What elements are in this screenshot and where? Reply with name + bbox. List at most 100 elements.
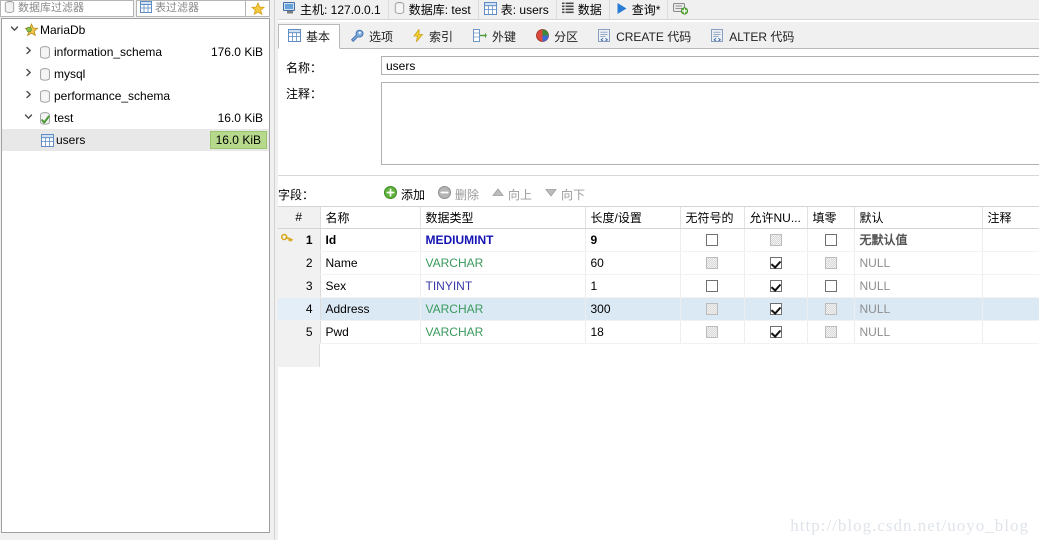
cell-datatype[interactable]: VARCHAR [420, 297, 586, 321]
cell-name[interactable]: Sex [320, 274, 421, 298]
row-gutter[interactable]: 2 [278, 251, 321, 275]
tree-item-performance-schema[interactable]: performance_schema [2, 85, 269, 107]
tab-foreign-keys[interactable]: 外键 [463, 24, 526, 48]
allow-null-checkbox[interactable] [769, 257, 782, 270]
add-field-button[interactable]: 添加 [384, 186, 425, 203]
cell-comment[interactable] [982, 320, 1039, 344]
cell-default[interactable]: 无默认值 [854, 228, 983, 252]
fields-grid[interactable]: # 名称 数据类型 长度/设置 无符号的 允许NU... 填零 默认 注释 1 … [278, 206, 1039, 367]
grid-header-datatype[interactable]: 数据类型 [420, 207, 586, 229]
cell-default[interactable]: NULL [854, 251, 983, 275]
grid-header-unsigned[interactable]: 无符号的 [680, 207, 745, 229]
cell-length[interactable]: 300 [585, 297, 681, 321]
toolbar-item-new-query[interactable] [668, 0, 700, 19]
cell-allow-null[interactable] [744, 274, 808, 298]
row-gutter[interactable]: 3 [278, 274, 321, 298]
grid-header-allow-null[interactable]: 允许NU... [744, 207, 808, 229]
allow-null-checkbox[interactable] [769, 280, 782, 293]
cell-length[interactable]: 18 [585, 320, 681, 344]
cell-name[interactable]: Id [320, 228, 421, 252]
database-filter-input[interactable]: 数据库过滤器 [0, 0, 134, 17]
database-tree[interactable]: MariaDb information_schema 176.0 KiB mys… [1, 18, 270, 533]
row-gutter[interactable]: 5 [278, 320, 321, 344]
cell-comment[interactable] [982, 297, 1039, 321]
cell-zerofill[interactable] [807, 251, 855, 275]
table-row[interactable]: 2 Name VARCHAR 60 NULL [278, 251, 1039, 275]
chevron-right-icon[interactable] [20, 85, 36, 107]
chevron-right-icon[interactable] [20, 41, 36, 63]
toolbar-item-data[interactable]: 数据 [557, 0, 610, 19]
toolbar-item-database[interactable]: 数据库: test [389, 0, 479, 19]
cell-comment[interactable] [982, 228, 1039, 252]
cell-name[interactable]: Address [320, 297, 421, 321]
unsigned-checkbox[interactable] [706, 280, 718, 293]
cell-default[interactable]: NULL [854, 320, 983, 344]
tab-indexes[interactable]: 索引 [403, 24, 463, 48]
cell-datatype[interactable]: MEDIUMINT [420, 228, 586, 252]
table-row[interactable]: 4 Address VARCHAR 300 NULL [278, 297, 1039, 321]
table-name-input[interactable] [381, 56, 1039, 75]
allow-null-checkbox[interactable] [769, 326, 782, 339]
row-gutter[interactable]: 1 [278, 228, 321, 252]
zerofill-checkbox[interactable] [824, 234, 837, 247]
tab-basic[interactable]: 基本 [278, 24, 341, 49]
cell-unsigned[interactable] [680, 228, 745, 252]
toolbar-item-table[interactable]: 表: users [479, 0, 557, 19]
cell-unsigned[interactable] [680, 274, 745, 298]
allow-null-checkbox[interactable] [769, 303, 782, 316]
table-comment-input[interactable] [381, 82, 1039, 165]
star-icon[interactable] [246, 0, 270, 17]
table-row[interactable]: 3 Sex TINYINT 1 NULL [278, 274, 1039, 298]
cell-default[interactable]: NULL [854, 297, 983, 321]
tab-partitions[interactable]: 分区 [526, 24, 588, 48]
cell-unsigned[interactable] [680, 251, 745, 275]
row-gutter[interactable]: 4 [278, 297, 321, 321]
cell-zerofill[interactable] [807, 297, 855, 321]
remove-field-button[interactable]: 删除 [438, 186, 479, 203]
cell-length[interactable]: 60 [585, 251, 681, 275]
cell-unsigned[interactable] [680, 320, 745, 344]
cell-zerofill[interactable] [807, 228, 855, 252]
cell-name[interactable]: Name [320, 251, 421, 275]
table-row[interactable]: 1 Id MEDIUMINT 9 无默认值 [278, 228, 1039, 252]
grid-header-num[interactable]: # [278, 207, 321, 229]
cell-zerofill[interactable] [807, 274, 855, 298]
tab-options[interactable]: 选项 [340, 24, 403, 48]
cell-default[interactable]: NULL [854, 274, 983, 298]
cell-allow-null[interactable] [744, 228, 808, 252]
grid-header-zerofill[interactable]: 填零 [807, 207, 855, 229]
move-up-button[interactable]: 向上 [492, 186, 532, 203]
cell-zerofill[interactable] [807, 320, 855, 344]
cell-length[interactable]: 9 [585, 228, 681, 252]
zerofill-checkbox[interactable] [824, 280, 837, 293]
unsigned-checkbox[interactable] [706, 234, 718, 247]
toolbar-item-query[interactable]: 查询* [610, 0, 669, 19]
tab-alter-code[interactable]: ALTER 代码 [701, 24, 804, 48]
toolbar-item-host[interactable]: 主机: 127.0.0.1 [278, 0, 389, 19]
cell-unsigned[interactable] [680, 297, 745, 321]
chevron-down-icon[interactable] [20, 107, 36, 129]
tree-item-test[interactable]: test 16.0 KiB [2, 107, 269, 129]
chevron-right-icon[interactable] [20, 63, 36, 85]
cell-comment[interactable] [982, 274, 1039, 298]
tree-item-information-schema[interactable]: information_schema 176.0 KiB [2, 41, 269, 63]
tab-create-code[interactable]: CREATE 代码 [588, 24, 701, 48]
cell-datatype[interactable]: VARCHAR [420, 251, 586, 275]
tree-item-mariadb[interactable]: MariaDb [2, 19, 269, 41]
cell-allow-null[interactable] [744, 320, 808, 344]
grid-header-name[interactable]: 名称 [320, 207, 421, 229]
cell-allow-null[interactable] [744, 251, 808, 275]
tree-item-users[interactable]: users 16.0 KiB [2, 129, 269, 151]
grid-header-length[interactable]: 长度/设置 [585, 207, 681, 229]
table-row[interactable]: 5 Pwd VARCHAR 18 NULL [278, 320, 1039, 344]
cell-allow-null[interactable] [744, 297, 808, 321]
cell-datatype[interactable]: VARCHAR [420, 320, 586, 344]
tree-item-mysql[interactable]: mysql [2, 63, 269, 85]
grid-header-comment[interactable]: 注释 [982, 207, 1039, 229]
table-filter-input[interactable]: 表过滤器 [136, 0, 246, 17]
cell-comment[interactable] [982, 251, 1039, 275]
chevron-down-icon[interactable] [6, 19, 22, 41]
cell-name[interactable]: Pwd [320, 320, 421, 344]
cell-length[interactable]: 1 [585, 274, 681, 298]
grid-header-default[interactable]: 默认 [854, 207, 983, 229]
